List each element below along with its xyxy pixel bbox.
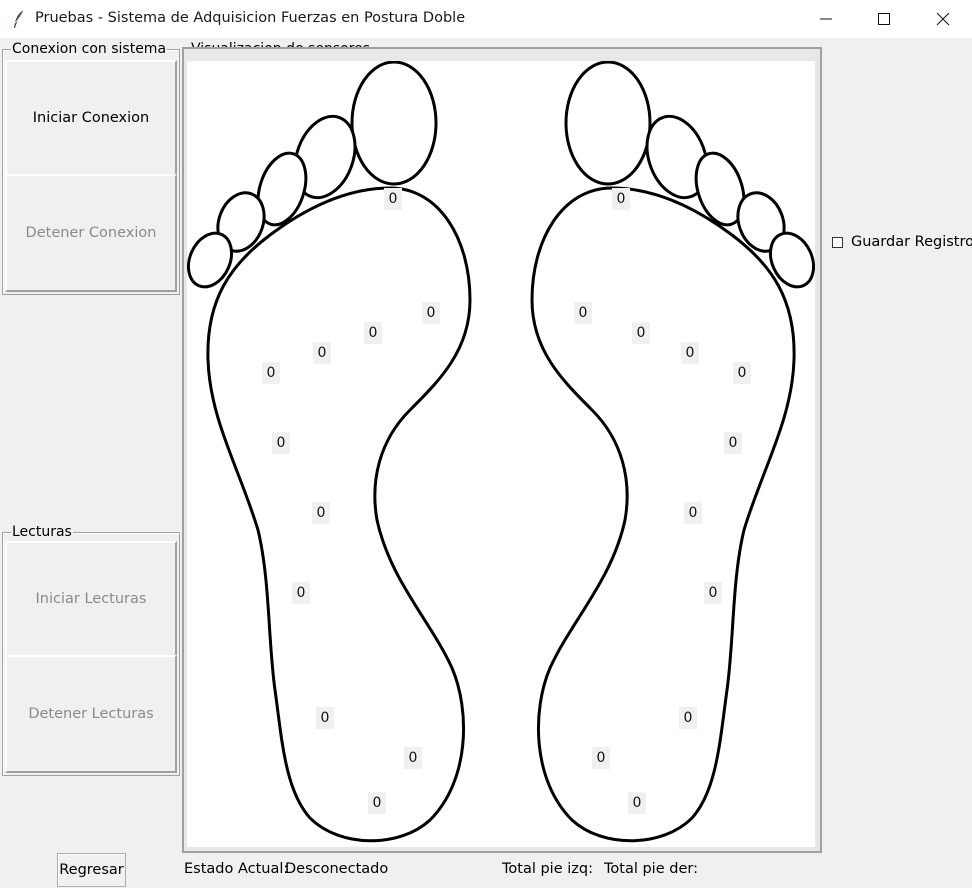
- right-sensor-value: 0: [681, 342, 699, 364]
- left-sensor-value: 0: [368, 792, 386, 814]
- total-right-label: Total pie der:: [604, 861, 698, 877]
- stop-connection-button[interactable]: Detener Conexion: [5, 174, 177, 292]
- left-sensor-value: 0: [422, 302, 440, 324]
- lecturas-group-title: Lecturas: [11, 524, 73, 541]
- left-sensor-value: 0: [384, 188, 402, 210]
- save-log-label: Guardar Registro: [851, 234, 972, 250]
- right-sensor-value: 0: [574, 302, 592, 324]
- start-connection-button[interactable]: Iniciar Conexion: [5, 60, 177, 176]
- right-sensor-value: 0: [684, 502, 702, 524]
- status-label: Estado Actual:: [184, 861, 289, 877]
- close-button[interactable]: [914, 0, 972, 38]
- left-sole: [206, 186, 472, 843]
- right-sensor-value: 0: [632, 322, 650, 344]
- title-bar: Pruebas - Sistema de Adquisicion Fuerzas…: [0, 0, 972, 38]
- maximize-icon: [878, 13, 890, 25]
- minimize-icon: [820, 18, 832, 20]
- left-sensor-value: 0: [404, 747, 422, 769]
- right-sensor-value: 0: [704, 582, 722, 604]
- save-log-checkbox[interactable]: Guardar Registro: [832, 232, 972, 252]
- feet-outline: [187, 61, 815, 843]
- left-sensor-value: 0: [316, 707, 334, 729]
- right-sensor-value: 0: [592, 747, 610, 769]
- right-sole: [530, 186, 796, 843]
- left-sensor-value: 0: [313, 342, 331, 364]
- feather-icon: [14, 9, 25, 28]
- sensor-canvas: 0 0 0 0 0 0 0 0 0 0 0 0 0 0 0 0 0 0 0 0 0 0: [187, 61, 815, 847]
- conexion-group-title: Conexion con sistema: [11, 41, 168, 58]
- right-sensor-value: 0: [612, 188, 630, 210]
- right-big-toe: [564, 61, 652, 186]
- left-sensor-value: 0: [292, 582, 310, 604]
- minimize-button[interactable]: [797, 0, 855, 38]
- close-icon: [936, 12, 950, 26]
- right-sensor-value: 0: [679, 707, 697, 729]
- left-sensor-value: 0: [312, 502, 330, 524]
- left-sensor-value: 0: [364, 322, 382, 344]
- start-readings-button[interactable]: Iniciar Lecturas: [5, 541, 177, 657]
- window-title: Pruebas - Sistema de Adquisicion Fuerzas…: [35, 10, 466, 26]
- maximize-button[interactable]: [855, 0, 913, 38]
- left-sensor-value: 0: [262, 362, 280, 384]
- status-value: Desconectado: [285, 861, 389, 877]
- stop-readings-button[interactable]: Detener Lecturas: [5, 655, 177, 773]
- left-sensor-value: 0: [272, 432, 290, 454]
- right-sensor-value: 0: [724, 432, 742, 454]
- total-left-label: Total pie izq:: [502, 861, 593, 877]
- back-button[interactable]: Regresar: [57, 853, 126, 887]
- left-big-toe: [350, 61, 438, 186]
- right-sensor-value: 0: [733, 362, 751, 384]
- right-sensor-value: 0: [628, 792, 646, 814]
- checkbox-square[interactable]: [832, 236, 843, 248]
